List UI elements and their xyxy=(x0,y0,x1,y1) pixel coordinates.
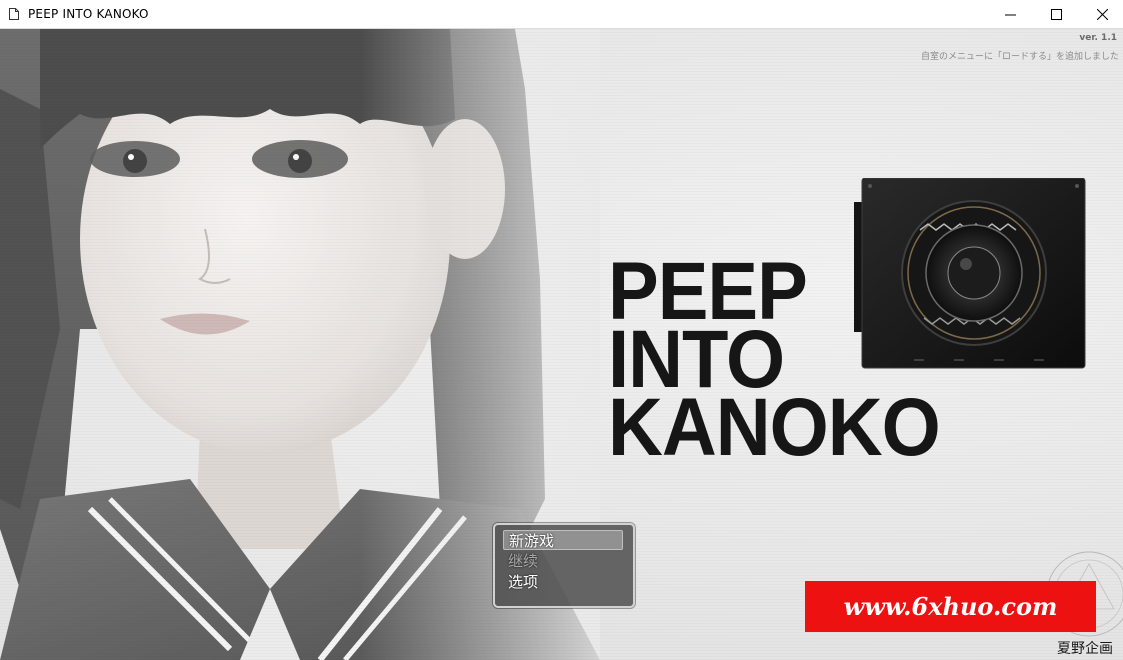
watermark-banner: www.6xhuo.com xyxy=(805,581,1096,632)
update-note: 自室のメニューに「ロードする」を追加しました xyxy=(920,52,1119,62)
logo-line-kanoko: KANOKO xyxy=(608,381,941,474)
minimize-icon xyxy=(1004,14,1016,15)
menu-item-new-game[interactable]: 新游戏 xyxy=(503,530,623,550)
menu-item-continue[interactable]: 继续 xyxy=(503,551,623,571)
menu-item-options[interactable]: 选项 xyxy=(503,572,623,592)
close-icon xyxy=(1096,8,1108,20)
brand-label: 夏野企画 xyxy=(1057,641,1113,657)
minimize-button[interactable] xyxy=(987,0,1033,28)
close-button[interactable] xyxy=(1079,0,1123,28)
camera-logo-icon xyxy=(854,178,1086,369)
maximize-icon xyxy=(1050,8,1062,20)
game-canvas[interactable]: ver. 1.1 自室のメニューに「ロードする」を追加しました PEEP INT… xyxy=(0,29,1123,660)
title-bar[interactable]: PEEP INTO KANOKO xyxy=(0,0,1123,29)
document-icon xyxy=(9,8,19,20)
version-label: ver. 1.1 xyxy=(1079,33,1117,43)
window-title: PEEP INTO KANOKO xyxy=(28,7,149,21)
title-menu: 新游戏 继续 选项 xyxy=(493,523,635,608)
maximize-button[interactable] xyxy=(1033,0,1079,28)
